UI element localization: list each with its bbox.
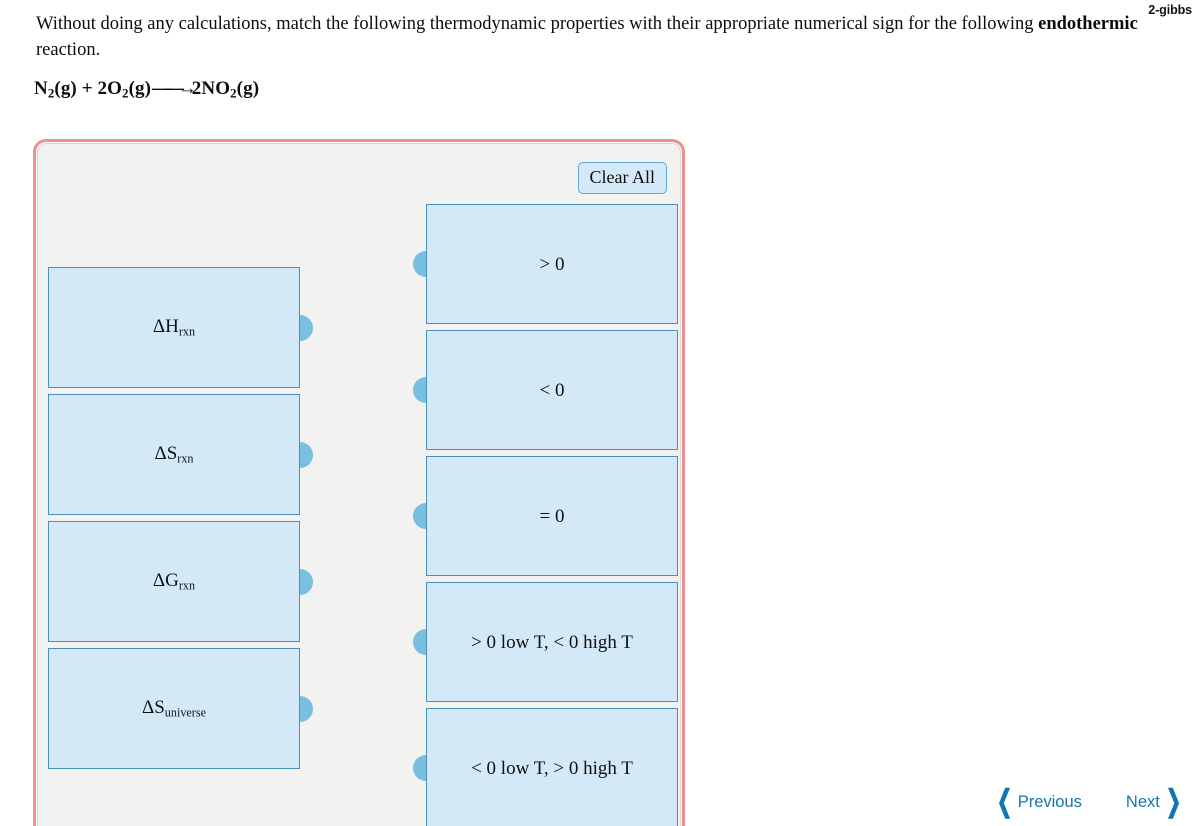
option-label-neg-low-pos-high: < 0 low T, > 0 high T [471, 757, 633, 779]
equation-reactant-1-state: (g) [54, 78, 77, 99]
option-tile-equal-zero[interactable]: = 0 [413, 456, 678, 576]
equation-reactant-1: N [34, 78, 48, 99]
equation-product: 2NO [191, 78, 231, 99]
equation-reactant-2: 2O [97, 78, 122, 99]
connector-knob-icon[interactable] [300, 441, 313, 468]
previous-button-label: Previous [1017, 792, 1082, 811]
option-tile-neg-low-pos-high[interactable]: < 0 low T, > 0 high T [413, 708, 678, 826]
connector-knob-icon[interactable] [413, 629, 426, 655]
properties-column: ΔHrxn ΔSrxn ΔGrxn ΔSuniverse [48, 267, 313, 775]
connector-knob-icon[interactable] [300, 568, 313, 595]
prompt-text-after: reaction. [36, 39, 101, 60]
option-label-less-than-zero: < 0 [539, 379, 565, 401]
property-symbol-delta-g: ΔG [152, 570, 179, 592]
clear-all-button[interactable]: Clear All [577, 162, 667, 194]
connector-knob-icon[interactable] [413, 755, 426, 781]
property-tile-delta-g-rxn[interactable]: ΔGrxn [48, 521, 313, 642]
property-symbol-delta-s-universe: ΔS [142, 697, 165, 719]
next-button[interactable]: Next ❯ [1125, 785, 1186, 818]
question-page: 2-gibbs Without doing any calculations, … [0, 0, 1200, 826]
property-symbol-delta-h: ΔH [152, 316, 179, 338]
navigation-bar: ❮ Previous Next ❯ [992, 785, 1186, 818]
option-label-greater-than-zero: > 0 [539, 253, 565, 275]
property-label-delta-s-rxn: ΔSrxn [154, 444, 193, 465]
connector-knob-icon[interactable] [413, 251, 426, 277]
chemical-equation: N2(g) + 2O2(g)——→2NO2(g) [34, 78, 259, 102]
previous-button[interactable]: ❮ Previous [992, 785, 1082, 818]
equation-plus: + [81, 78, 93, 99]
connector-knob-icon[interactable] [300, 314, 313, 341]
connector-knob-icon[interactable] [413, 503, 426, 529]
property-symbol-delta-s: ΔS [154, 443, 178, 465]
matching-widget-surface: Clear All ΔHrxn ΔSrxn ΔGrxn ΔSuniverse >… [39, 145, 679, 826]
chevron-left-icon: ❮ [996, 785, 1012, 818]
matching-widget: Clear All ΔHrxn ΔSrxn ΔGrxn ΔSuniverse >… [33, 139, 685, 826]
option-tile-greater-than-zero[interactable]: > 0 [413, 204, 678, 324]
option-label-equal-zero: = 0 [539, 505, 565, 527]
prompt-emphasis: endothermic [1038, 14, 1138, 34]
option-tile-less-than-zero[interactable]: < 0 [413, 330, 678, 450]
equation-arrow-icon: ——→ [152, 78, 197, 99]
property-tile-delta-s-universe[interactable]: ΔSuniverse [48, 648, 313, 769]
chevron-right-icon: ❯ [1165, 785, 1182, 818]
property-subscript-delta-g: rxn [178, 578, 196, 593]
property-subscript-delta-h: rxn [178, 324, 196, 339]
property-tile-delta-s-rxn[interactable]: ΔSrxn [48, 394, 313, 515]
property-label-delta-g-rxn: ΔGrxn [153, 571, 195, 592]
question-prompt: Without doing any calculations, match th… [36, 12, 1176, 63]
connector-knob-icon[interactable] [300, 695, 313, 722]
equation-product-state: (g) [236, 78, 260, 99]
prompt-text-before: Without doing any calculations, match th… [36, 14, 1039, 34]
property-subscript-delta-s-universe: universe [164, 705, 206, 720]
property-label-delta-h-rxn: ΔHrxn [153, 317, 195, 338]
options-column: > 0 < 0 = 0 > 0 low T, < 0 high T < 0 lo [413, 204, 678, 826]
connector-knob-icon[interactable] [413, 377, 426, 403]
equation-reactant-2-state: (g) [128, 78, 152, 99]
property-tile-delta-h-rxn[interactable]: ΔHrxn [48, 267, 313, 388]
next-button-label: Next [1125, 792, 1160, 811]
option-label-pos-low-neg-high: > 0 low T, < 0 high T [471, 631, 633, 653]
option-tile-pos-low-neg-high[interactable]: > 0 low T, < 0 high T [413, 582, 678, 702]
property-label-delta-s-universe: ΔSuniverse [142, 698, 206, 719]
property-subscript-delta-s: rxn [177, 451, 194, 466]
